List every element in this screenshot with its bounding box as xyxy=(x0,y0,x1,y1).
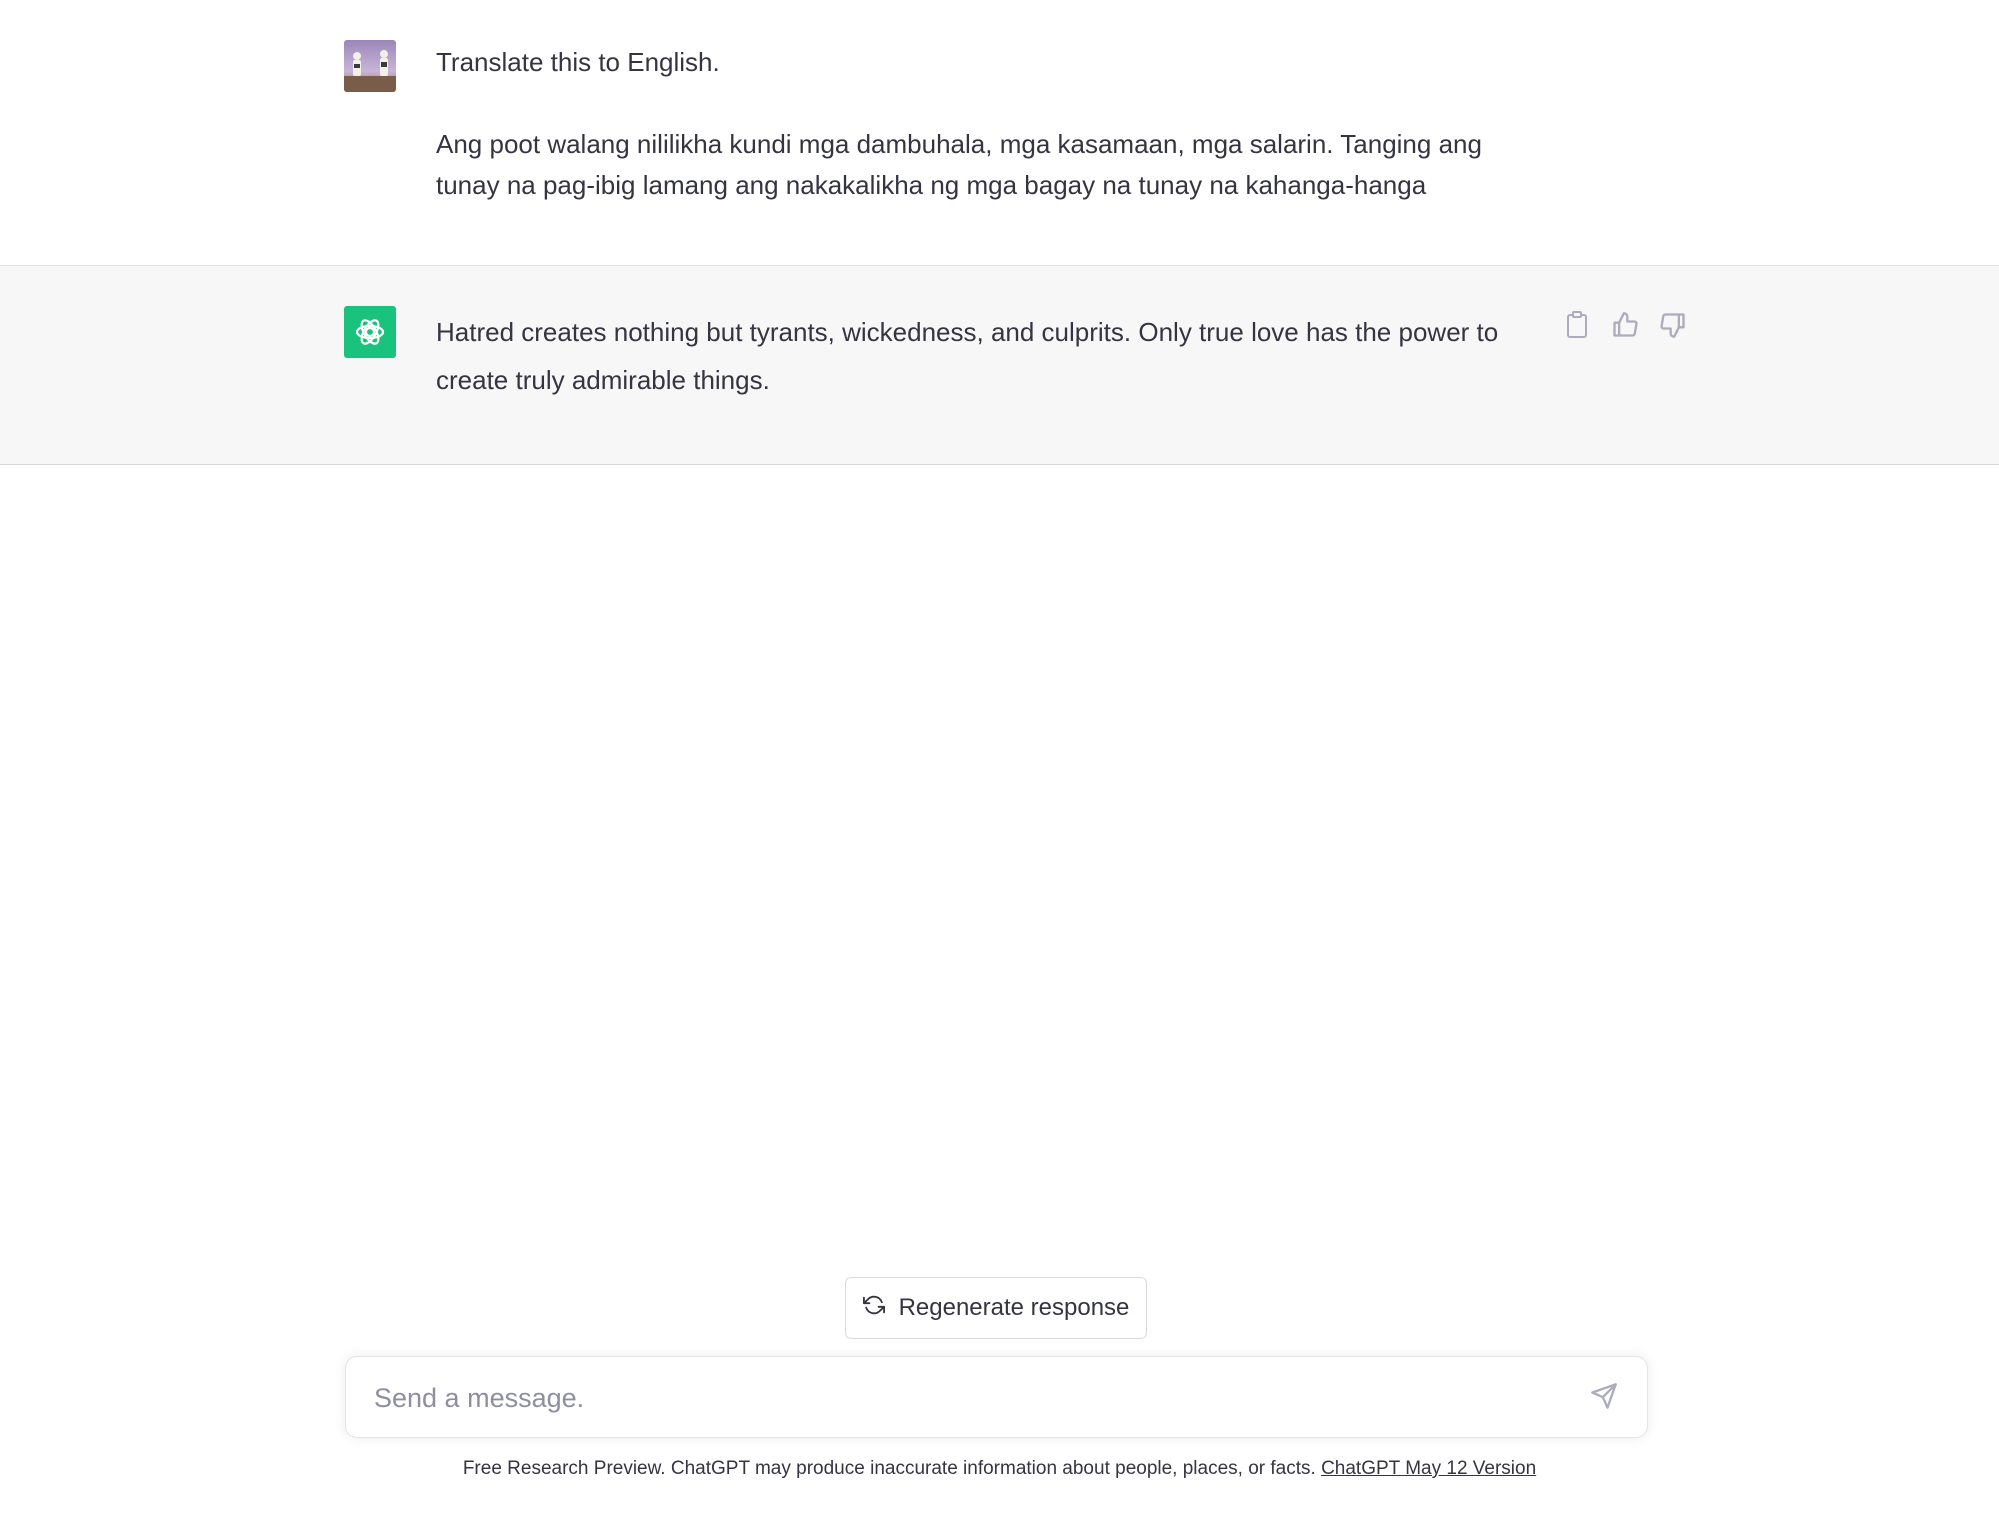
refresh-icon xyxy=(862,1294,885,1323)
chat-page: Translate this to English. Ang poot wala… xyxy=(0,0,1999,1529)
send-icon xyxy=(1590,1382,1618,1415)
copy-button[interactable] xyxy=(1562,310,1592,344)
message-input[interactable] xyxy=(372,1357,1556,1439)
footer-disclaimer: Free Research Preview. ChatGPT may produ… xyxy=(0,1458,1999,1480)
clipboard-icon xyxy=(1565,310,1589,344)
openai-logo-icon xyxy=(344,306,396,358)
regenerate-label: Regenerate response xyxy=(898,1294,1130,1321)
send-button[interactable] xyxy=(1587,1381,1621,1415)
message-actions xyxy=(1562,310,1688,344)
user-message-line: Ang poot walang nililikha kundi mga damb… xyxy=(436,129,1482,200)
message-composer xyxy=(345,1356,1648,1439)
user-message-text: Translate this to English. Ang poot wala… xyxy=(436,42,1546,206)
footer-text: Free Research Preview. ChatGPT may produ… xyxy=(462,1458,1322,1479)
thumbs-up-icon xyxy=(1611,311,1639,344)
user-message-row: Translate this to English. Ang poot wala… xyxy=(0,0,1999,266)
assistant-message-text: Hatred creates nothing but tyrants, wick… xyxy=(436,317,1499,395)
thumbs-up-button[interactable] xyxy=(1610,311,1640,344)
version-link[interactable]: ChatGPT May 12 Version xyxy=(1321,1458,1536,1479)
user-avatar xyxy=(344,40,396,92)
regenerate-response-button[interactable]: Regenerate response xyxy=(845,1277,1147,1339)
assistant-message-row: Hatred creates nothing but tyrants, wick… xyxy=(0,266,1999,465)
thumbs-down-icon xyxy=(1659,311,1687,344)
user-message-line: Translate this to English. xyxy=(436,47,720,77)
thumbs-down-button[interactable] xyxy=(1658,312,1688,342)
